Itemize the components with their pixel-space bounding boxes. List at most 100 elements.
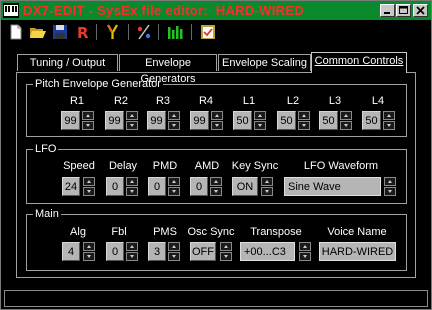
spin-up-icon[interactable] [126, 177, 138, 186]
pitch-eg-param-field[interactable]: 99 [105, 111, 124, 130]
spin-down-icon[interactable] [211, 121, 223, 130]
spin-up-icon[interactable] [83, 242, 95, 251]
pitch-eg-param-stepper[interactable] [168, 111, 180, 130]
open-folder-icon[interactable] [29, 23, 47, 41]
amd-stepper[interactable] [210, 177, 222, 196]
spin-up-icon[interactable] [210, 177, 222, 186]
spin-down-icon[interactable] [82, 121, 94, 130]
spin-up-icon[interactable] [383, 111, 395, 120]
delay-field[interactable]: 0 [106, 177, 124, 196]
lfo-waveform-field[interactable]: Sine Wave [284, 177, 381, 196]
alg-field[interactable]: 4 [62, 242, 80, 261]
close-button[interactable] [413, 4, 428, 17]
pitch-eg-param-field[interactable]: 50 [233, 111, 252, 130]
group-title: Pitch Envelope Generator [35, 78, 161, 90]
spin-down-icon[interactable] [340, 121, 352, 130]
pitch-eg-param-stepper[interactable] [383, 111, 395, 130]
pitch-eg-param-label: R2 [113, 95, 129, 107]
minimize-button[interactable] [380, 4, 395, 17]
tab-common-controls[interactable]: Common Controls [311, 52, 407, 73]
spin-down-icon[interactable] [126, 252, 138, 261]
delay-stepper[interactable] [126, 177, 138, 196]
osc-sync-stepper[interactable] [220, 242, 232, 261]
tab-label: Envelope Scaling [221, 57, 307, 69]
spin-up-icon[interactable] [168, 242, 180, 251]
pitch-eg-param-stepper[interactable] [82, 111, 94, 130]
key-sync-stepper[interactable] [261, 177, 273, 196]
key-sync-field[interactable]: ON [232, 177, 258, 196]
pmd-stepper[interactable] [168, 177, 180, 196]
pitch-eg-param-field[interactable]: 50 [319, 111, 338, 130]
spin-down-icon[interactable] [126, 121, 138, 130]
pitch-eg-param-field[interactable]: 99 [61, 111, 80, 130]
pitch-eg-param-field[interactable]: 99 [147, 111, 166, 130]
save-disk-icon[interactable] [51, 23, 69, 41]
tab-envelope-generators[interactable]: Envelope Generators [119, 54, 217, 85]
spin-up-icon[interactable] [168, 177, 180, 186]
spin-down-icon[interactable] [168, 187, 180, 196]
pitch-eg-param-field[interactable]: 99 [190, 111, 209, 130]
pitch-eg-param-stepper[interactable] [254, 111, 266, 130]
voice-name-field[interactable]: HARD-WIRED [319, 242, 396, 261]
title-bar[interactable]: DX7-EDIT - SysEx file editor: HARD-WIRED [1, 1, 431, 20]
pms-field[interactable]: 3 [148, 242, 166, 261]
spin-up-icon[interactable] [261, 177, 273, 186]
spin-up-icon[interactable] [340, 111, 352, 120]
tab-envelope-scaling[interactable]: Envelope Scaling [218, 54, 311, 71]
spin-up-icon[interactable] [299, 242, 311, 251]
spin-down-icon[interactable] [261, 187, 273, 196]
spin-down-icon[interactable] [383, 121, 395, 130]
spin-up-icon[interactable] [82, 111, 94, 120]
spin-up-icon[interactable] [211, 111, 223, 120]
alg-stepper[interactable] [83, 242, 95, 261]
fbl-stepper[interactable] [126, 242, 138, 261]
spin-down-icon[interactable] [254, 121, 266, 130]
pitch-eg-param-stepper[interactable] [340, 111, 352, 130]
spin-up-icon[interactable] [254, 111, 266, 120]
osc-sync-field[interactable]: OFF [190, 242, 216, 261]
pitch-eg-param-label: L4 [371, 95, 385, 107]
pitch-eg-param-field[interactable]: 50 [277, 111, 296, 130]
spin-down-icon[interactable] [298, 121, 310, 130]
spin-down-icon[interactable] [299, 252, 311, 261]
pitch-eg-param-field[interactable]: 50 [362, 111, 381, 130]
clipboard-icon[interactable] [199, 23, 217, 41]
group-title: LFO [35, 143, 57, 155]
pitch-eg-param-stepper[interactable] [298, 111, 310, 130]
spin-down-icon[interactable] [220, 252, 232, 261]
close-icon [416, 6, 425, 15]
pmd-field[interactable]: 0 [148, 177, 166, 196]
transpose-stepper[interactable] [299, 242, 311, 261]
spin-up-icon[interactable] [83, 177, 95, 186]
spin-down-icon[interactable] [126, 187, 138, 196]
pms-stepper[interactable] [168, 242, 180, 261]
spin-up-icon[interactable] [384, 177, 396, 186]
maximize-button[interactable] [396, 4, 411, 17]
fbl-field[interactable]: 0 [106, 242, 124, 261]
new-file-icon[interactable] [7, 23, 25, 41]
bars-icon[interactable] [166, 23, 184, 41]
spin-up-icon[interactable] [126, 242, 138, 251]
transpose-field[interactable]: +00...C3 [240, 242, 295, 261]
tab-label: Common Controls [314, 55, 404, 67]
spin-down-icon[interactable] [168, 121, 180, 130]
speed-stepper[interactable] [83, 177, 95, 196]
tuning-fork-icon[interactable] [104, 23, 122, 41]
spin-down-icon[interactable] [168, 252, 180, 261]
r-icon[interactable]: R [73, 23, 91, 41]
pitch-eg-param-stepper[interactable] [211, 111, 223, 130]
pitch-eg-param-stepper[interactable] [126, 111, 138, 130]
spin-up-icon[interactable] [298, 111, 310, 120]
speed-field[interactable]: 24 [62, 177, 80, 196]
spin-down-icon[interactable] [83, 252, 95, 261]
division-icon[interactable] [135, 23, 153, 41]
amd-field[interactable]: 0 [190, 177, 208, 196]
tab-tuning-output[interactable]: Tuning / Output [17, 54, 118, 71]
spin-down-icon[interactable] [384, 187, 396, 196]
spin-up-icon[interactable] [220, 242, 232, 251]
spin-up-icon[interactable] [126, 111, 138, 120]
spin-up-icon[interactable] [168, 111, 180, 120]
spin-down-icon[interactable] [210, 187, 222, 196]
lfo-waveform-stepper[interactable] [384, 177, 396, 196]
spin-down-icon[interactable] [83, 187, 95, 196]
